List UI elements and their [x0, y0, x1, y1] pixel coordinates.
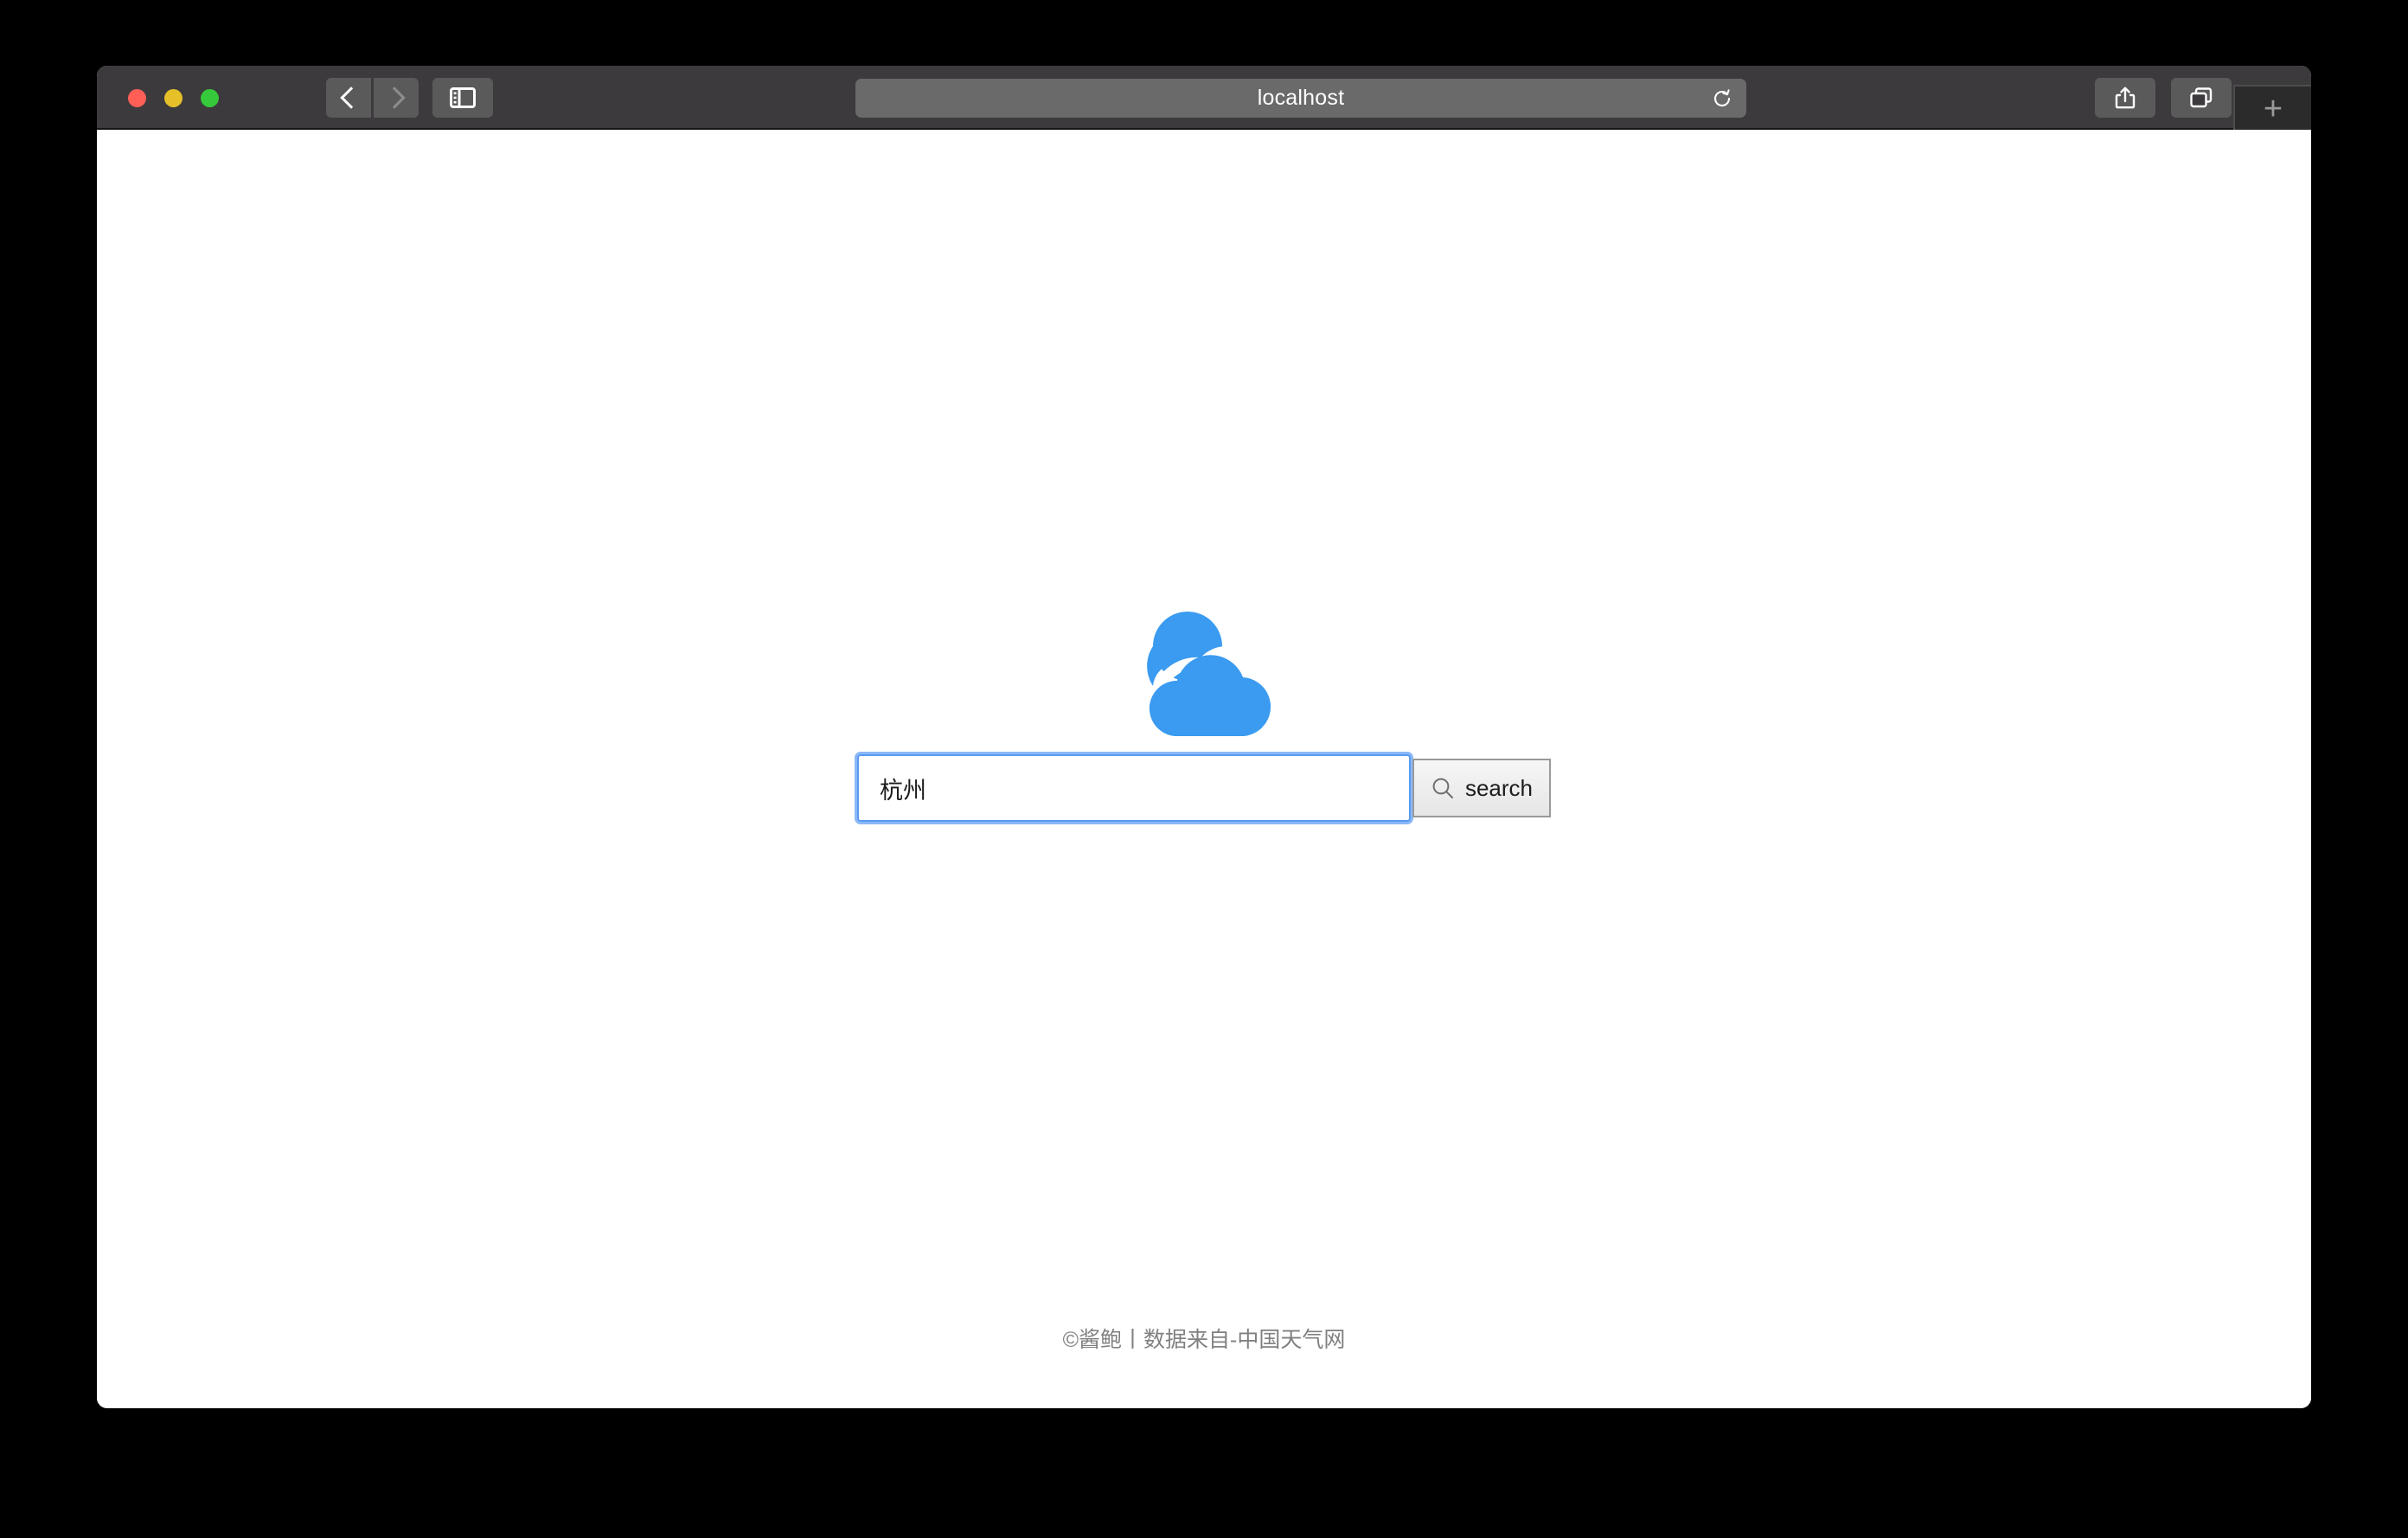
address-bar[interactable]: localhost	[855, 79, 1746, 118]
sidebar-icon	[450, 87, 476, 108]
new-tab-button[interactable]: +	[2233, 85, 2311, 131]
navigation-button-group	[326, 78, 419, 118]
sidebar-toggle-button[interactable]	[432, 78, 493, 118]
search-button[interactable]: search	[1412, 759, 1551, 817]
tab-overview-icon	[2190, 87, 2213, 108]
page-footer: ©酱鲍丨数据来自-中国天气网	[1062, 1328, 1346, 1352]
search-button-label: search	[1464, 774, 1534, 801]
search-bar: search	[97, 754, 2311, 822]
chevron-right-icon	[382, 87, 406, 109]
share-button[interactable]	[2095, 78, 2155, 118]
toolbar-right-buttons	[2095, 78, 2232, 118]
page-content: search ©酱鲍丨数据来自-中国天气网	[97, 130, 2311, 1408]
search-input[interactable]	[859, 774, 1409, 802]
minimize-window-button[interactable]	[164, 89, 183, 107]
chevron-left-icon	[339, 87, 362, 109]
address-bar-url: localhost	[1257, 86, 1345, 110]
browser-window: localhost + 杭州 search ©酱鲍丨数据来自-中国天气网	[97, 66, 2311, 1408]
reload-button[interactable]	[1712, 88, 1732, 109]
reload-icon	[1713, 88, 1731, 106]
tab-overview-button[interactable]	[2171, 78, 2232, 118]
close-window-button[interactable]	[128, 89, 146, 107]
share-icon	[2115, 87, 2136, 109]
search-input-wrapper[interactable]	[857, 754, 1411, 822]
cloud-logo-icon	[1147, 612, 1271, 737]
search-icon	[1432, 778, 1453, 798]
back-button[interactable]	[326, 78, 371, 118]
maximize-window-button[interactable]	[201, 89, 219, 107]
forward-button[interactable]	[374, 78, 419, 118]
site-logo	[97, 610, 2311, 741]
window-traffic-lights	[128, 89, 219, 107]
browser-toolbar: localhost +	[97, 66, 2311, 131]
